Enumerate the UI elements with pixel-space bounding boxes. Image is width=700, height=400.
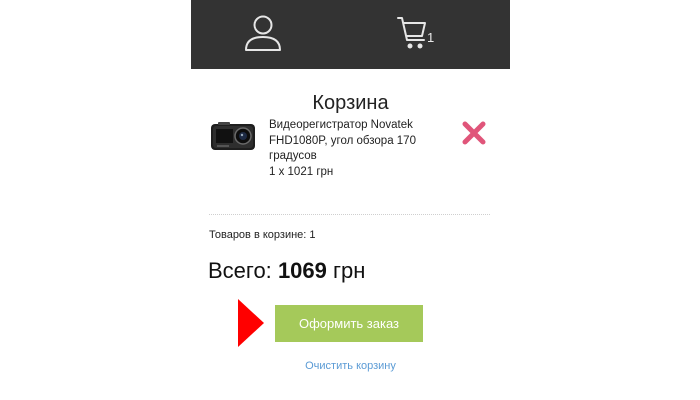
total-value: 1069 xyxy=(277,258,327,283)
product-name[interactable]: Видеорегистратор Novatek FHD1080P, угол … xyxy=(269,118,449,165)
product-info: Видеорегистратор Novatek FHD1080P, угол … xyxy=(269,118,449,180)
cart-total: Всего: 1069 грн xyxy=(208,258,365,284)
clear-cart-link[interactable]: Очистить корзину xyxy=(191,360,510,372)
remove-item-button[interactable] xyxy=(462,121,486,145)
total-label: Всего: xyxy=(208,258,272,283)
product-image[interactable] xyxy=(209,118,259,156)
cart-icon xyxy=(397,17,426,49)
cart-count-badge: 1 xyxy=(427,30,435,45)
dashcam-image xyxy=(211,122,255,150)
total-currency: грн xyxy=(333,258,366,283)
divider xyxy=(209,214,490,215)
cart-title: Корзина xyxy=(312,92,389,114)
cart-button[interactable]: 1 xyxy=(394,12,446,56)
pointer-arrow-icon xyxy=(238,299,264,347)
page: 1 Корзина Видеорегистратор Novatek FHD10… xyxy=(0,0,700,400)
checkout-button[interactable]: Оформить заказ xyxy=(275,305,423,342)
user-account-button[interactable] xyxy=(241,12,285,56)
top-bar xyxy=(191,0,510,69)
close-icon xyxy=(462,121,486,145)
items-count: Товаров в корзине: 1 xyxy=(209,229,316,241)
user-icon xyxy=(245,15,281,51)
product-quantity-price: 1 x 1021 грн xyxy=(269,165,334,178)
